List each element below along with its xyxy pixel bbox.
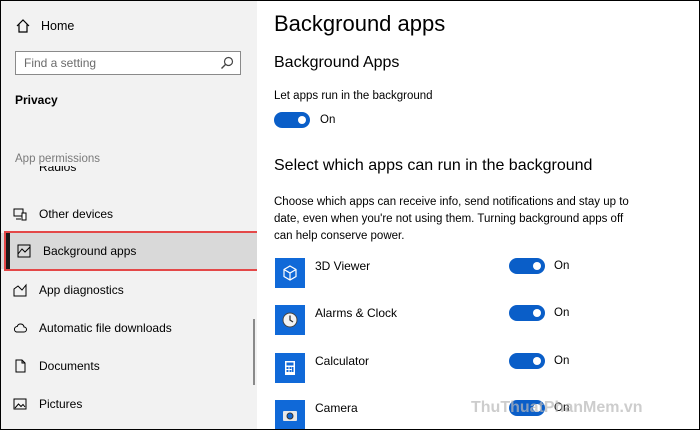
app-permissions-header: App permissions bbox=[15, 153, 101, 165]
toggle-label: Let apps run in the background bbox=[274, 90, 433, 102]
toggle-state: On bbox=[320, 114, 336, 126]
toggle-knob bbox=[533, 309, 541, 317]
sidebar-item-documents[interactable]: Documents bbox=[1, 348, 257, 384]
calculator-icon bbox=[285, 361, 295, 375]
app-toggle-state: On bbox=[554, 355, 570, 367]
app-icon-3d-viewer bbox=[275, 258, 305, 288]
search-input[interactable]: Find a setting bbox=[15, 51, 241, 75]
app-diagnostics-icon bbox=[13, 283, 27, 297]
app-icon-alarms-clock bbox=[275, 305, 305, 335]
sidebar-item-label: App diagnostics bbox=[39, 283, 124, 297]
settings-window: Home Find a setting Privacy App permissi… bbox=[0, 0, 700, 430]
search-icon[interactable] bbox=[220, 56, 234, 70]
sidebar-item-app-diagnostics[interactable]: App diagnostics bbox=[1, 272, 257, 308]
sidebar-item-label: Automatic file downloads bbox=[39, 321, 172, 335]
search-placeholder: Find a setting bbox=[24, 56, 97, 70]
app-name: Alarms & Clock bbox=[315, 306, 398, 320]
home-label: Home bbox=[41, 19, 75, 33]
home-link[interactable]: Home bbox=[15, 16, 74, 36]
background-apps-icon bbox=[17, 244, 31, 258]
sidebar-item-other-devices[interactable]: Other devices bbox=[1, 196, 257, 232]
app-toggle-state: On bbox=[554, 307, 570, 319]
page-title: Background apps bbox=[274, 11, 446, 36]
app-toggle-state: On bbox=[554, 260, 570, 272]
description: Choose which apps can receive info, send… bbox=[274, 196, 629, 242]
app-toggle-alarms-clock[interactable] bbox=[509, 305, 545, 321]
app-toggle-calculator[interactable] bbox=[509, 353, 545, 369]
sidebar: Home Find a setting Privacy App permissi… bbox=[1, 1, 257, 429]
watermark: ThuThuatPhanMem.vn bbox=[471, 399, 643, 416]
main-content: Background apps Background Apps Let apps… bbox=[257, 1, 699, 429]
toggle-knob bbox=[533, 357, 541, 365]
sidebar-item-automatic-file-downloads[interactable]: Automatic file downloads bbox=[1, 310, 257, 346]
sidebar-item-label: Documents bbox=[39, 359, 100, 373]
sidebar-item-label: Pictures bbox=[39, 397, 83, 411]
sidebar-item-pictures[interactable]: Pictures bbox=[1, 386, 257, 422]
pictures-icon bbox=[13, 398, 27, 410]
selection-indicator bbox=[6, 233, 10, 269]
sidebar-item-radios[interactable]: Radios bbox=[39, 166, 76, 176]
section-title: Privacy bbox=[15, 93, 58, 107]
cube-icon bbox=[283, 265, 297, 281]
other-devices-icon bbox=[13, 208, 27, 221]
sidebar-item-label: Other devices bbox=[39, 207, 114, 221]
sidebar-item-label: Background apps bbox=[43, 244, 137, 258]
clock-icon bbox=[282, 312, 298, 328]
app-icon-calculator bbox=[275, 353, 305, 383]
sidebar-scrollbar[interactable] bbox=[253, 319, 255, 385]
section-heading-background-apps: Background Apps bbox=[274, 54, 400, 71]
toggle-knob bbox=[298, 116, 306, 124]
cloud-icon bbox=[13, 323, 27, 333]
app-name: Camera bbox=[315, 401, 358, 415]
home-icon bbox=[16, 19, 30, 33]
document-icon bbox=[15, 359, 26, 373]
toggle-knob bbox=[533, 262, 541, 270]
background-apps-toggle[interactable] bbox=[274, 112, 310, 128]
app-name: 3D Viewer bbox=[315, 259, 371, 273]
camera-icon bbox=[283, 411, 297, 421]
app-icon-camera bbox=[275, 400, 305, 429]
app-toggle-3d-viewer[interactable] bbox=[509, 258, 545, 274]
app-name: Calculator bbox=[315, 354, 370, 368]
sidebar-item-label: Radios bbox=[39, 166, 77, 174]
sidebar-item-background-apps[interactable]: Background apps bbox=[1, 233, 257, 269]
section-heading-select-apps: Select which apps can run in the backgro… bbox=[274, 157, 593, 174]
